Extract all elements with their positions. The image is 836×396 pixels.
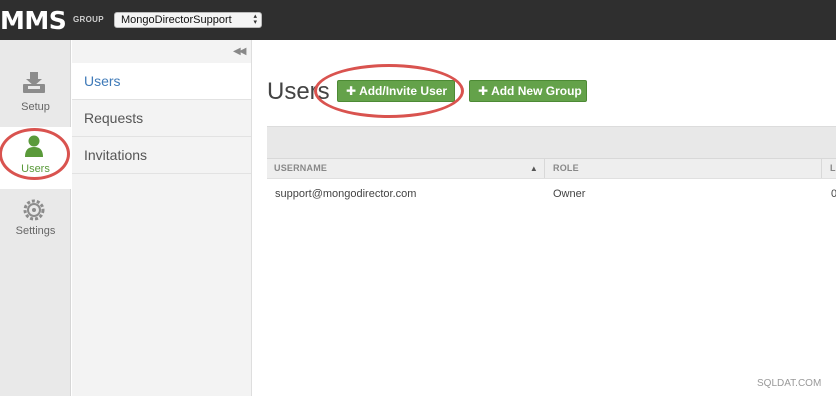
cell-username: support@mongodirector.com xyxy=(275,188,417,200)
rail-item-setup[interactable]: Setup xyxy=(0,64,71,126)
add-new-group-button[interactable]: ✚ Add New Group xyxy=(469,80,587,102)
table-header: USERNAME ▲ ROLE L xyxy=(267,158,836,179)
highlight-circle-add-user xyxy=(314,64,464,118)
column-header-last[interactable]: L xyxy=(823,159,836,178)
subnav-item-requests[interactable]: Requests xyxy=(72,100,251,137)
select-arrows-icon: ▴ ▾ xyxy=(253,13,257,26)
column-header-username-label: USERNAME xyxy=(274,163,328,173)
group-select[interactable]: MongoDirectorSupport ▴ ▾ xyxy=(114,12,262,28)
subnav-item-users[interactable]: Users xyxy=(72,63,251,100)
watermark: SQLDAT.COM xyxy=(757,378,822,389)
gear-icon xyxy=(23,199,45,221)
collapse-icon[interactable]: ◀◀ xyxy=(233,46,246,57)
group-select-value: MongoDirectorSupport xyxy=(121,14,232,26)
subnav-item-invitations[interactable]: Invitations xyxy=(72,137,251,174)
sort-ascending-icon: ▲ xyxy=(529,164,538,173)
cell-last: 0 xyxy=(831,188,836,200)
top-bar: MMS GROUP MongoDirectorSupport ▴ ▾ xyxy=(0,0,836,40)
rail-item-settings[interactable]: Settings xyxy=(0,190,71,252)
mms-logo[interactable]: MMS xyxy=(0,6,67,35)
add-new-group-label: Add New Group xyxy=(491,84,582,98)
plus-icon: ✚ xyxy=(478,84,489,98)
rail-label-settings: Settings xyxy=(15,225,56,237)
cell-role: Owner xyxy=(553,188,586,200)
rail-label-setup: Setup xyxy=(21,101,50,113)
column-header-username[interactable]: USERNAME ▲ xyxy=(267,159,545,178)
column-header-role[interactable]: ROLE xyxy=(546,159,822,178)
group-label: GROUP xyxy=(73,15,104,24)
setup-tray-icon xyxy=(23,72,45,93)
table-toolbar xyxy=(267,126,836,158)
highlight-circle-users xyxy=(0,128,70,180)
